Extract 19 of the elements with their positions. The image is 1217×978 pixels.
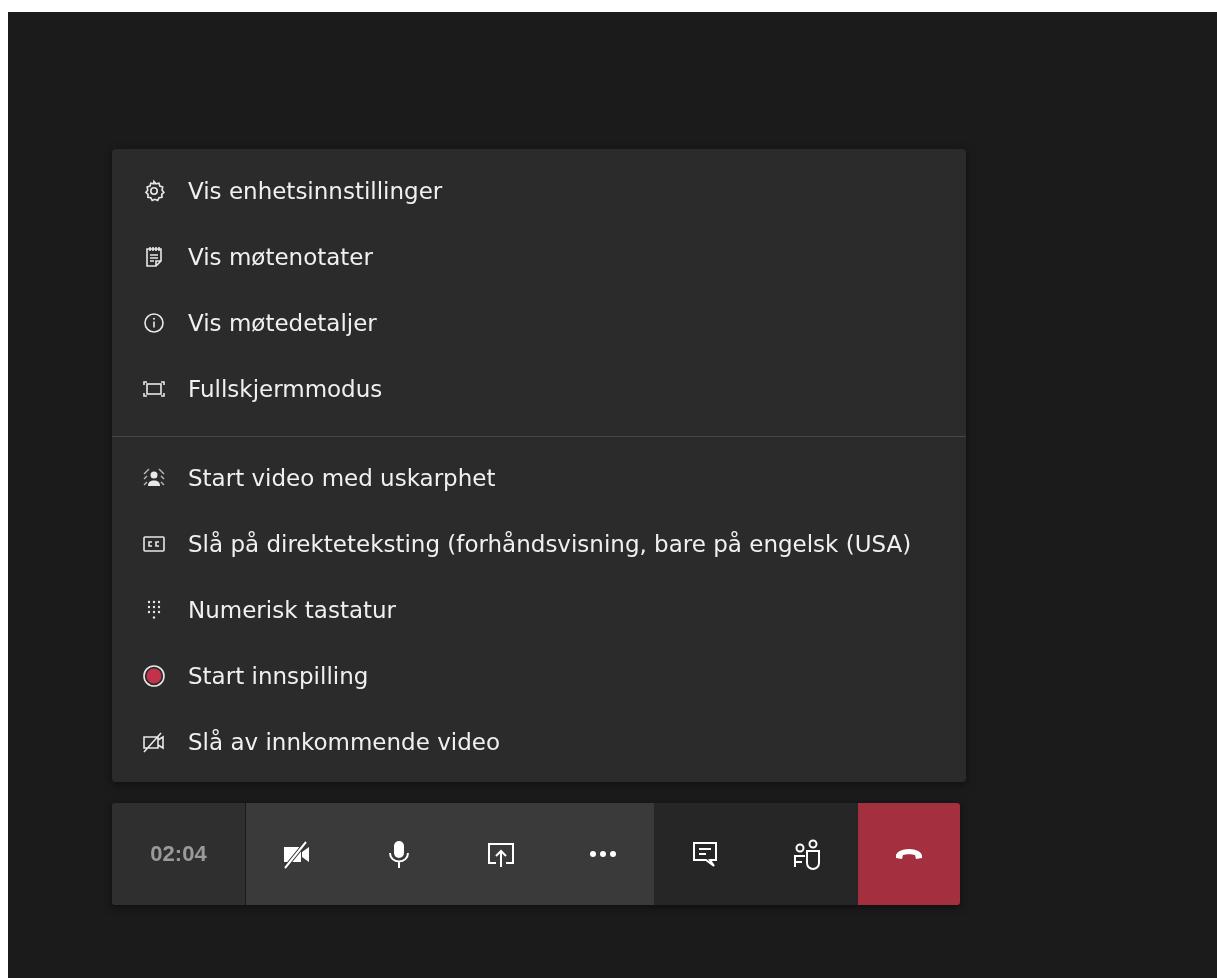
video-off-icon	[142, 730, 166, 754]
menu-item[interactable]: Start innspilling	[112, 643, 966, 709]
menu-item[interactable]: Vis møtedetaljer	[112, 290, 966, 356]
people-icon	[791, 838, 823, 870]
menu-item[interactable]: Vis møtenotater	[112, 224, 966, 290]
camera-button[interactable]	[246, 803, 348, 905]
menu-item[interactable]: Numerisk tastatur	[112, 577, 966, 643]
info-icon	[142, 311, 166, 335]
menu-item[interactable]: Slå på direkteteksting (forhåndsvisning, bare på engelsk (USA)	[112, 511, 966, 577]
participants-button[interactable]	[756, 803, 858, 905]
menu-item[interactable]: Vis enhetsinnstillinger	[112, 158, 966, 224]
menu-item[interactable]: Start video med uskarphet	[112, 445, 966, 511]
chat-button[interactable]	[654, 803, 756, 905]
menu-item[interactable]: Fullskjermmodus	[112, 356, 966, 422]
more-options-icon	[590, 851, 616, 857]
gear-icon	[142, 179, 166, 203]
menu-item[interactable]: Slå av innkommende video	[112, 709, 966, 775]
call-timer: 02:04	[112, 803, 246, 905]
record-icon	[142, 664, 166, 688]
